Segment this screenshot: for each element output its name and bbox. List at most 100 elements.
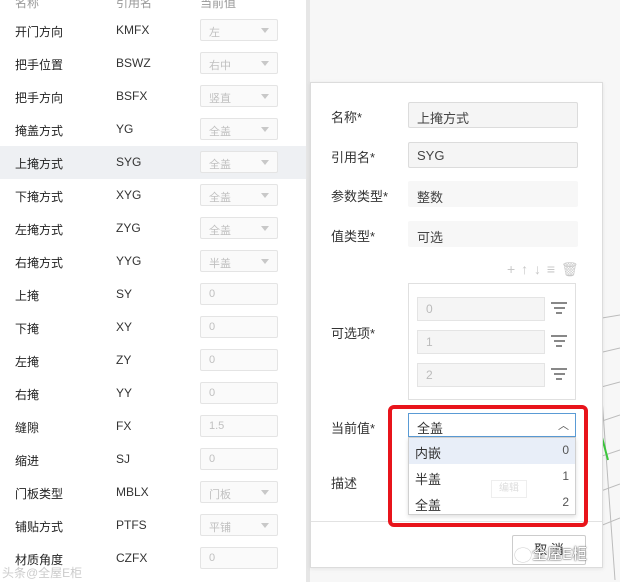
param-value-text: 0 [209, 321, 216, 333]
param-value-select[interactable]: 全盖 [200, 118, 278, 140]
table-row[interactable]: 缝隙 FX 1.5 [0, 410, 306, 443]
chevron-down-icon [261, 490, 269, 495]
param-value-input[interactable]: 0 [200, 382, 278, 404]
param-ref: YG [116, 122, 134, 136]
options-list: 0 1 2 [408, 283, 576, 400]
param-value-select[interactable]: 全盖 [200, 217, 278, 239]
table-row[interactable]: 开门方向 KMFX 左 [0, 14, 306, 47]
param-name: 掩盖方式 [15, 124, 64, 138]
table-row[interactable]: 上掩方式 SYG 全盖 [0, 146, 306, 179]
param-value-text: 半盖 [209, 258, 231, 270]
option-input[interactable]: 1 [417, 330, 545, 354]
param-name: 缝隙 [15, 421, 40, 435]
param-ref: SY [116, 287, 133, 301]
param-value-text: 全盖 [209, 159, 231, 171]
param-ref: YY [116, 386, 133, 400]
parameter-list: 名称 引用名 当前值 开门方向 KMFX 左把手位置 BSWZ 右中把手方向 BSFX 竖直… [0, 0, 306, 582]
param-name: 铺贴方式 [15, 520, 64, 534]
wechat-logo-icon [515, 548, 531, 562]
param-value-input[interactable]: 0 [200, 448, 278, 470]
table-row[interactable]: 门板类型 MBLX 门板 [0, 476, 306, 509]
param-ref: PTFS [116, 518, 147, 532]
table-row[interactable]: 左掩 ZY 0 [0, 344, 306, 377]
param-value-select[interactable]: 全盖 [200, 151, 278, 173]
chevron-down-icon [261, 226, 269, 231]
param-name: 把手位置 [15, 58, 64, 72]
chevron-down-icon [261, 94, 269, 99]
table-row[interactable]: 下掩方式 XYG 全盖 [0, 179, 306, 212]
param-value-select[interactable]: 右中 [200, 52, 278, 74]
param-name: 把手方向 [15, 91, 64, 105]
param-name: 下掩 [15, 322, 40, 336]
param-value-text: 右中 [209, 60, 231, 72]
option-toolbar-icons[interactable]: + ↑ ↓ ≡ 🗑 [507, 261, 580, 277]
table-row[interactable]: 把手方向 BSFX 竖直 [0, 80, 306, 113]
param-value-input[interactable]: 1.5 [200, 415, 278, 437]
table-row[interactable]: 掩盖方式 YG 全盖 [0, 113, 306, 146]
ref-field[interactable]: SYG [408, 142, 578, 168]
highlight-box [388, 405, 588, 527]
value-type-label: 值类型* [331, 229, 376, 244]
param-name: 上掩方式 [15, 157, 64, 171]
param-ref: XYG [116, 188, 142, 202]
param-ref: SYG [116, 155, 142, 169]
param-type-field[interactable]: 整数 [408, 181, 578, 207]
table-row[interactable]: 右掩 YY 0 [0, 377, 306, 410]
table-row[interactable]: 缩进 SJ 0 [0, 443, 306, 476]
param-ref: ZYG [116, 221, 141, 235]
value-type-field[interactable]: 可选 [408, 221, 578, 247]
param-value-text: 全盖 [209, 225, 231, 237]
table-row[interactable]: 左掩方式 ZYG 全盖 [0, 212, 306, 245]
param-ref: SJ [116, 452, 131, 466]
param-value-select[interactable]: 竖直 [200, 85, 278, 107]
option-input[interactable]: 2 [417, 363, 545, 387]
param-value-text: 1.5 [209, 420, 225, 432]
param-value-input[interactable]: 0 [200, 349, 278, 371]
param-value-input[interactable]: 0 [200, 316, 278, 338]
param-value-text: 全盖 [209, 126, 231, 138]
param-name: 上掩 [15, 289, 40, 303]
param-value-text: 全盖 [209, 192, 231, 204]
drag-handle-icon[interactable] [551, 335, 567, 349]
description-label: 描述 [331, 476, 358, 491]
param-value-select[interactable]: 半盖 [200, 250, 278, 272]
header-value: 当前值 [200, 0, 237, 10]
param-value-text: 竖直 [209, 93, 231, 105]
param-ref: ZY [116, 353, 132, 367]
param-ref: YYG [116, 254, 142, 268]
param-value-text: 0 [209, 552, 216, 564]
param-value-text: 0 [209, 453, 216, 465]
param-value-select[interactable]: 全盖 [200, 184, 278, 206]
list-header: 名称 引用名 当前值 [0, 0, 306, 12]
param-value-select[interactable]: 平铺 [200, 514, 278, 536]
name-field[interactable]: 上掩方式 [408, 102, 578, 128]
header-ref: 引用名 [116, 0, 153, 10]
chevron-down-icon [261, 193, 269, 198]
option-input[interactable]: 0 [417, 297, 545, 321]
drag-handle-icon[interactable] [551, 302, 567, 316]
param-type-label: 参数类型* [331, 189, 389, 204]
table-row[interactable]: 铺贴方式 PTFS 平铺 [0, 509, 306, 542]
chevron-down-icon [261, 61, 269, 66]
table-row[interactable]: 下掩 XY 0 [0, 311, 306, 344]
param-value-input[interactable]: 0 [200, 283, 278, 305]
param-value-text: 0 [209, 354, 216, 366]
param-name: 门板类型 [15, 487, 64, 501]
param-value-select[interactable]: 门板 [200, 481, 278, 503]
param-value-text: 门板 [209, 489, 231, 501]
param-name: 右掩方式 [15, 256, 64, 270]
option-toolbar: + ↑ ↓ ≡ 🗑 [507, 261, 580, 278]
table-row[interactable]: 把手位置 BSWZ 右中 [0, 47, 306, 80]
ref-label: 引用名* [331, 150, 376, 165]
name-label: 名称* [331, 110, 363, 125]
table-row[interactable]: 右掩方式 YYG 半盖 [0, 245, 306, 278]
param-value-input[interactable]: 0 [200, 547, 278, 569]
param-ref: BSFX [116, 89, 148, 103]
drag-handle-icon[interactable] [551, 368, 567, 382]
chevron-down-icon [261, 28, 269, 33]
param-ref: MBLX [116, 485, 149, 499]
param-value-select[interactable]: 左 [200, 19, 278, 41]
watermark-right: 全屋E柜 [532, 546, 588, 563]
param-name: 右掩 [15, 388, 40, 402]
table-row[interactable]: 上掩 SY 0 [0, 278, 306, 311]
